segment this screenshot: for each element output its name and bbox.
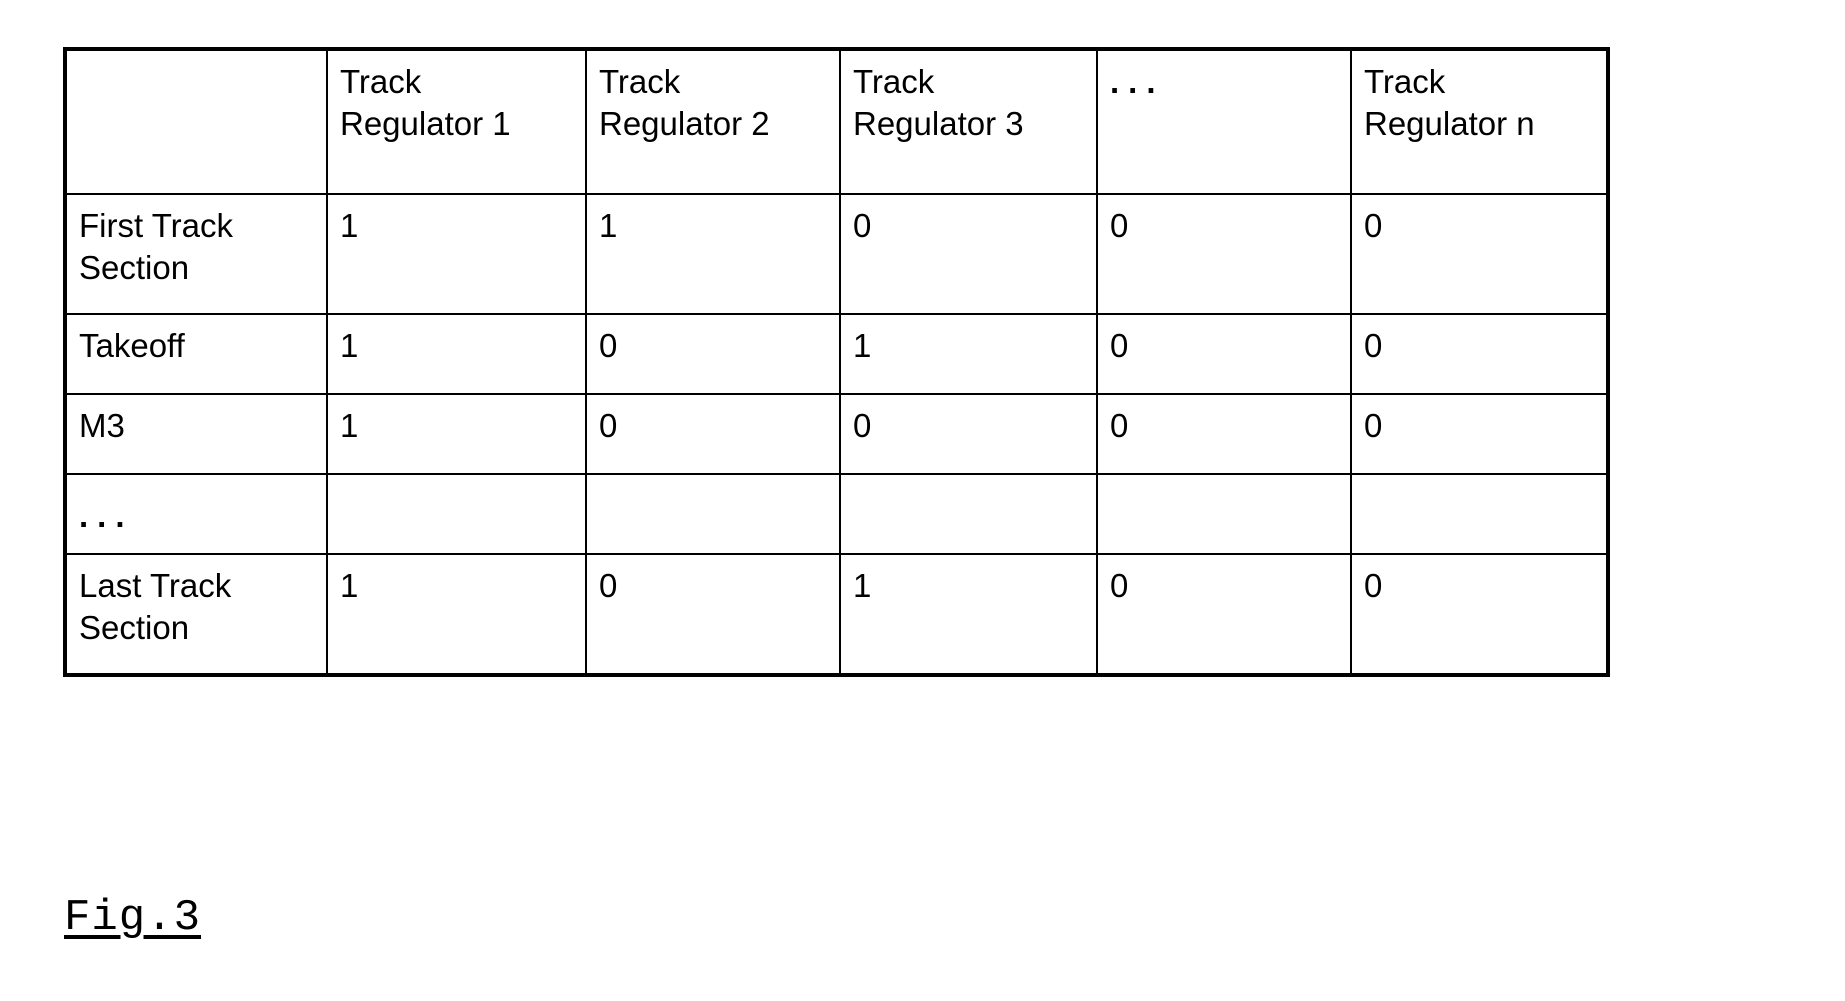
cell-value: 0 (1110, 207, 1129, 244)
cell-value: 1 (853, 567, 872, 604)
figure-caption: Fig.3 (64, 893, 202, 943)
cell-takeoff-r1: 1 (326, 313, 587, 395)
cell-value: 0 (1110, 567, 1129, 604)
cell-value: 0 (853, 407, 872, 444)
regulator-matrix-table-container: Track Regulator 1 Track Regulator 2 Trac… (63, 47, 1610, 677)
cell-value: 1 (340, 407, 359, 444)
header-cell-track-regulator-2: Track Regulator 2 (585, 48, 841, 195)
cell-last-track-section-rn: 0 (1350, 553, 1609, 676)
cell-last-track-section-r2: 0 (585, 553, 841, 676)
cell-m3-r2: 0 (585, 393, 841, 475)
row-label-cell-takeoff: Takeoff (64, 313, 328, 395)
cell-value: 0 (1364, 567, 1383, 604)
cell-takeoff-rn: 0 (1350, 313, 1609, 395)
cell-last-track-section-dots: 0 (1096, 553, 1352, 676)
cell-value: 1 (599, 207, 618, 244)
cell-last-track-section-r1: 1 (326, 553, 587, 676)
row-label-m3: M3 (79, 407, 125, 444)
cell-first-track-section-r3: 0 (839, 193, 1098, 315)
cell-ellipsis-r1 (326, 473, 587, 555)
cell-m3-dots: 0 (1096, 393, 1352, 475)
cell-value: 0 (1364, 207, 1383, 244)
cell-first-track-section-dots: 0 (1096, 193, 1352, 315)
cell-m3-r1: 1 (326, 393, 587, 475)
cell-ellipsis-r2 (585, 473, 841, 555)
cell-ellipsis-rn (1350, 473, 1609, 555)
cell-ellipsis-r3 (839, 473, 1098, 555)
header-label-track-regulator-n: Track Regulator n (1364, 63, 1535, 143)
cell-takeoff-r3: 1 (839, 313, 1098, 395)
header-cell-track-regulator-1: Track Regulator 1 (326, 48, 587, 195)
header-cell-corner (64, 48, 328, 195)
cell-m3-r3: 0 (839, 393, 1098, 475)
ellipsis-icon: ... (79, 497, 134, 534)
cell-first-track-section-rn: 0 (1350, 193, 1609, 315)
header-cell-track-regulator-3: Track Regulator 3 (839, 48, 1098, 195)
cell-value: 1 (340, 327, 359, 364)
cell-m3-rn: 0 (1350, 393, 1609, 475)
row-label-first-track-section: First Track Section (79, 207, 233, 287)
cell-first-track-section-r2: 1 (585, 193, 841, 315)
header-label-track-regulator-3: Track Regulator 3 (853, 63, 1024, 143)
cell-takeoff-r2: 0 (585, 313, 841, 395)
table-row: Takeoff 1 0 1 0 0 (64, 313, 1609, 395)
figure-sheet: Track Regulator 1 Track Regulator 2 Trac… (0, 0, 1845, 1001)
cell-value: 1 (340, 207, 359, 244)
cell-ellipsis-dots (1096, 473, 1352, 555)
ellipsis-icon: ... (1110, 63, 1165, 100)
row-label-cell-first-track-section: First Track Section (64, 193, 328, 315)
cell-value: 0 (853, 207, 872, 244)
row-label-last-track-section: Last Track Section (79, 567, 232, 647)
row-label-cell-ellipsis: ... (64, 473, 328, 555)
row-label-takeoff: Takeoff (79, 327, 185, 364)
table-row: Last Track Section 1 0 1 0 0 (64, 553, 1609, 676)
cell-value: 0 (1110, 327, 1129, 364)
cell-first-track-section-r1: 1 (326, 193, 587, 315)
cell-value: 0 (1364, 327, 1383, 364)
regulator-matrix-table: Track Regulator 1 Track Regulator 2 Trac… (63, 47, 1610, 677)
cell-value: 0 (599, 567, 618, 604)
row-label-cell-m3: M3 (64, 393, 328, 475)
cell-value: 1 (853, 327, 872, 364)
table-row: First Track Section 1 1 0 0 0 (64, 193, 1609, 315)
table-row: M3 1 0 0 0 0 (64, 393, 1609, 475)
header-cell-track-regulator-n: Track Regulator n (1350, 48, 1609, 195)
cell-takeoff-dots: 0 (1096, 313, 1352, 395)
table-header-row: Track Regulator 1 Track Regulator 2 Trac… (64, 48, 1609, 195)
header-cell-ellipsis: ... (1096, 48, 1352, 195)
cell-value: 0 (1110, 407, 1129, 444)
cell-value: 0 (1364, 407, 1383, 444)
cell-value: 0 (599, 407, 618, 444)
row-label-cell-last-track-section: Last Track Section (64, 553, 328, 676)
header-label-track-regulator-1: Track Regulator 1 (340, 63, 511, 143)
cell-value: 0 (599, 327, 618, 364)
table-row-ellipsis: ... (64, 473, 1609, 555)
cell-value: 1 (340, 567, 359, 604)
cell-last-track-section-r3: 1 (839, 553, 1098, 676)
header-label-track-regulator-2: Track Regulator 2 (599, 63, 770, 143)
